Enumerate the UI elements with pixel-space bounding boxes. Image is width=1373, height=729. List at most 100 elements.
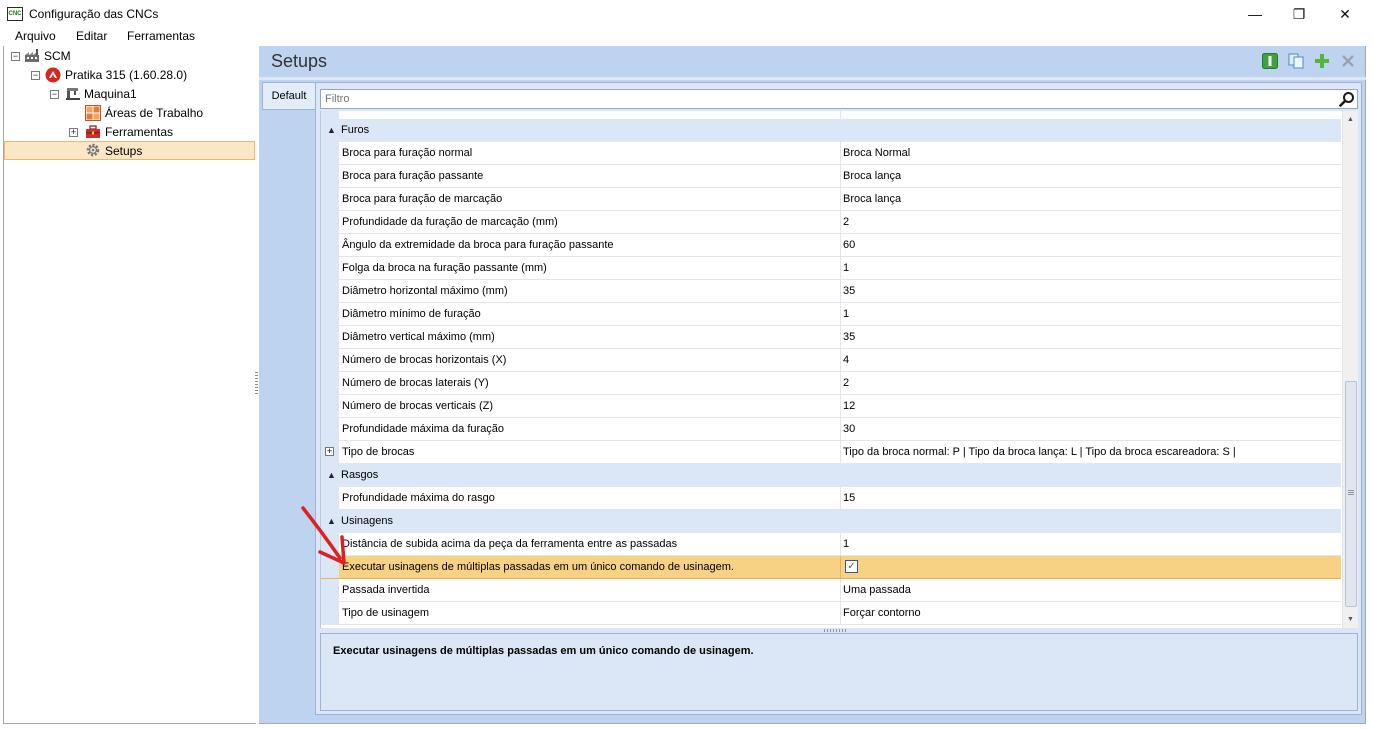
property-name: Broca para furação de marcação <box>342 193 503 205</box>
scroll-up-icon[interactable]: ▲ <box>1343 111 1358 128</box>
window-title: Configuração das CNCs <box>29 7 159 21</box>
property-value[interactable]: 2 <box>843 211 849 233</box>
property-row[interactable]: Número de brocas laterais (Y) 2 <box>321 372 1341 395</box>
column-separator <box>840 211 841 233</box>
collapse-category-icon[interactable]: ▲ <box>327 125 336 135</box>
menu-arquivo[interactable]: Arquivo <box>15 29 56 43</box>
maximize-button[interactable]: ❐ <box>1276 0 1322 28</box>
expand-icon[interactable]: + <box>69 128 78 137</box>
category-row[interactable]: ▲ Furos <box>321 119 1341 142</box>
category-row[interactable]: ▲ Rasgos <box>321 464 1341 487</box>
property-row[interactable]: Diâmetro vertical máximo (mm) 35 <box>321 326 1341 349</box>
row-gutter <box>321 349 339 371</box>
property-value[interactable]: Forçar contorno <box>843 602 921 624</box>
category-label: Furos <box>341 124 370 136</box>
tree-node-ferramentas[interactable]: + Ferramentas <box>4 123 254 142</box>
menu-bar: Arquivo Editar Ferramentas <box>0 28 1373 46</box>
property-row[interactable]: Profundidade máxima da furação 30 <box>321 418 1341 441</box>
property-value[interactable]: 1 <box>843 257 849 279</box>
add-icon[interactable] <box>1314 53 1330 69</box>
scroll-down-icon[interactable]: ▼ <box>1343 611 1358 628</box>
column-separator <box>840 441 841 463</box>
property-value[interactable]: Tipo da broca normal: P | Tipo da broca … <box>843 441 1236 463</box>
delete-icon[interactable] <box>1340 53 1356 69</box>
property-value[interactable]: 60 <box>843 234 855 256</box>
tree-node-pratika[interactable]: − Pratika 315 (1.60.28.0) <box>4 66 254 85</box>
row-gutter <box>321 165 339 187</box>
property-value[interactable]: 1 <box>843 303 849 325</box>
tree-node-scm[interactable]: − SCM <box>4 47 254 66</box>
category-row[interactable]: ▲ Usinagens <box>321 510 1341 533</box>
column-separator <box>840 602 841 624</box>
property-row[interactable]: Profundidade da furação de marcação (mm)… <box>321 211 1341 234</box>
property-row[interactable]: Profundidade máxima do rasgo 15 <box>321 487 1341 510</box>
property-row[interactable]: Broca para furação de marcação Broca lanç… <box>321 188 1341 211</box>
column-separator <box>840 111 841 119</box>
property-value[interactable]: 2 <box>843 372 849 394</box>
machine-icon <box>66 88 80 100</box>
property-row[interactable]: Número de brocas verticais (Z) 12 <box>321 395 1341 418</box>
info-icon[interactable] <box>1262 53 1278 69</box>
property-row[interactable]: Tipo de usinagem Forçar contorno <box>321 602 1341 625</box>
copy-icon[interactable] <box>1288 53 1304 69</box>
property-value[interactable]: 30 <box>843 418 855 440</box>
property-name: Número de brocas laterais (Y) <box>342 377 489 389</box>
property-value[interactable]: Uma passada <box>843 579 911 601</box>
description-panel: Executar usinagens de múltiplas passadas… <box>320 633 1358 711</box>
property-row[interactable]: Broca para furação normal Broca Normal <box>321 142 1341 165</box>
menu-editar[interactable]: Editar <box>76 29 107 43</box>
property-row[interactable]: Passada invertida Uma passada <box>321 579 1341 602</box>
tab-strip <box>259 77 1366 80</box>
tree-node-maquina1[interactable]: − Maquina1 <box>4 85 254 104</box>
collapse-icon[interactable]: − <box>11 52 20 61</box>
scroll-thumb[interactable] <box>1345 381 1357 607</box>
property-name: Profundidade da furação de marcação (mm) <box>342 216 558 228</box>
property-row[interactable]: Distância de subida acima da peça da fer… <box>321 533 1341 556</box>
title-bar: CNC Configuração das CNCs — ❐ ✕ <box>0 0 1373 28</box>
work-areas-icon <box>85 105 101 121</box>
column-separator <box>840 372 841 394</box>
property-row[interactable]: Número de brocas horizontais (X) 4 <box>321 349 1341 372</box>
property-value[interactable]: 1 <box>843 533 849 555</box>
property-row[interactable]: Broca para furação passante Broca lança <box>321 165 1341 188</box>
property-value[interactable]: 35 <box>843 280 855 302</box>
scm-logo-icon <box>45 67 61 83</box>
property-row[interactable]: Diâmetro horizontal máximo (mm) 35 <box>321 280 1341 303</box>
property-value[interactable]: 4 <box>843 349 849 371</box>
minimize-button[interactable]: — <box>1232 0 1278 28</box>
property-value[interactable]: Broca lança <box>843 188 901 210</box>
property-value[interactable]: 35 <box>843 326 855 348</box>
collapse-icon[interactable]: − <box>50 90 59 99</box>
property-row[interactable]: Ângulo da extremidade da broca para fura… <box>321 234 1341 257</box>
expand-icon[interactable]: + <box>325 447 334 456</box>
property-value[interactable]: 15 <box>843 487 855 509</box>
row-gutter <box>321 188 339 210</box>
tree-node-areas[interactable]: Áreas de Trabalho <box>4 104 254 123</box>
property-checkbox[interactable]: ✓ <box>845 560 858 573</box>
description-splitter[interactable] <box>824 629 846 632</box>
property-value[interactable]: Broca Normal <box>843 142 910 164</box>
column-separator <box>840 556 841 578</box>
property-row[interactable]: Folga da broca na furação passante (mm) 1 <box>321 257 1341 280</box>
vertical-scrollbar[interactable]: ▲ ▼ <box>1342 111 1358 628</box>
property-value[interactable]: 12 <box>843 395 855 417</box>
menu-ferramentas[interactable]: Ferramentas <box>127 29 195 43</box>
close-button[interactable]: ✕ <box>1322 0 1368 28</box>
property-value[interactable]: Broca lança <box>843 165 901 187</box>
tab-default[interactable]: Default <box>262 82 315 110</box>
collapse-category-icon[interactable]: ▲ <box>327 470 336 480</box>
property-row[interactable]: + Tipo de brocas Tipo da broca normal: P |… <box>321 441 1341 464</box>
property-name: Broca para furação passante <box>342 170 484 182</box>
column-separator <box>840 257 841 279</box>
property-row[interactable]: Diâmetro mínimo de furação 1 <box>321 303 1341 326</box>
column-separator <box>840 280 841 302</box>
row-gutter <box>321 234 339 256</box>
collapse-icon[interactable]: − <box>31 71 40 80</box>
search-icon[interactable] <box>1339 91 1355 107</box>
splitter-grip[interactable] <box>255 372 258 394</box>
column-separator <box>840 165 841 187</box>
row-gutter <box>321 602 339 624</box>
tree-node-setups[interactable]: Setups <box>4 141 255 160</box>
property-row-selected[interactable]: Executar usinagens de múltiplas passadas… <box>321 556 1341 579</box>
filter-input[interactable] <box>321 90 1331 108</box>
